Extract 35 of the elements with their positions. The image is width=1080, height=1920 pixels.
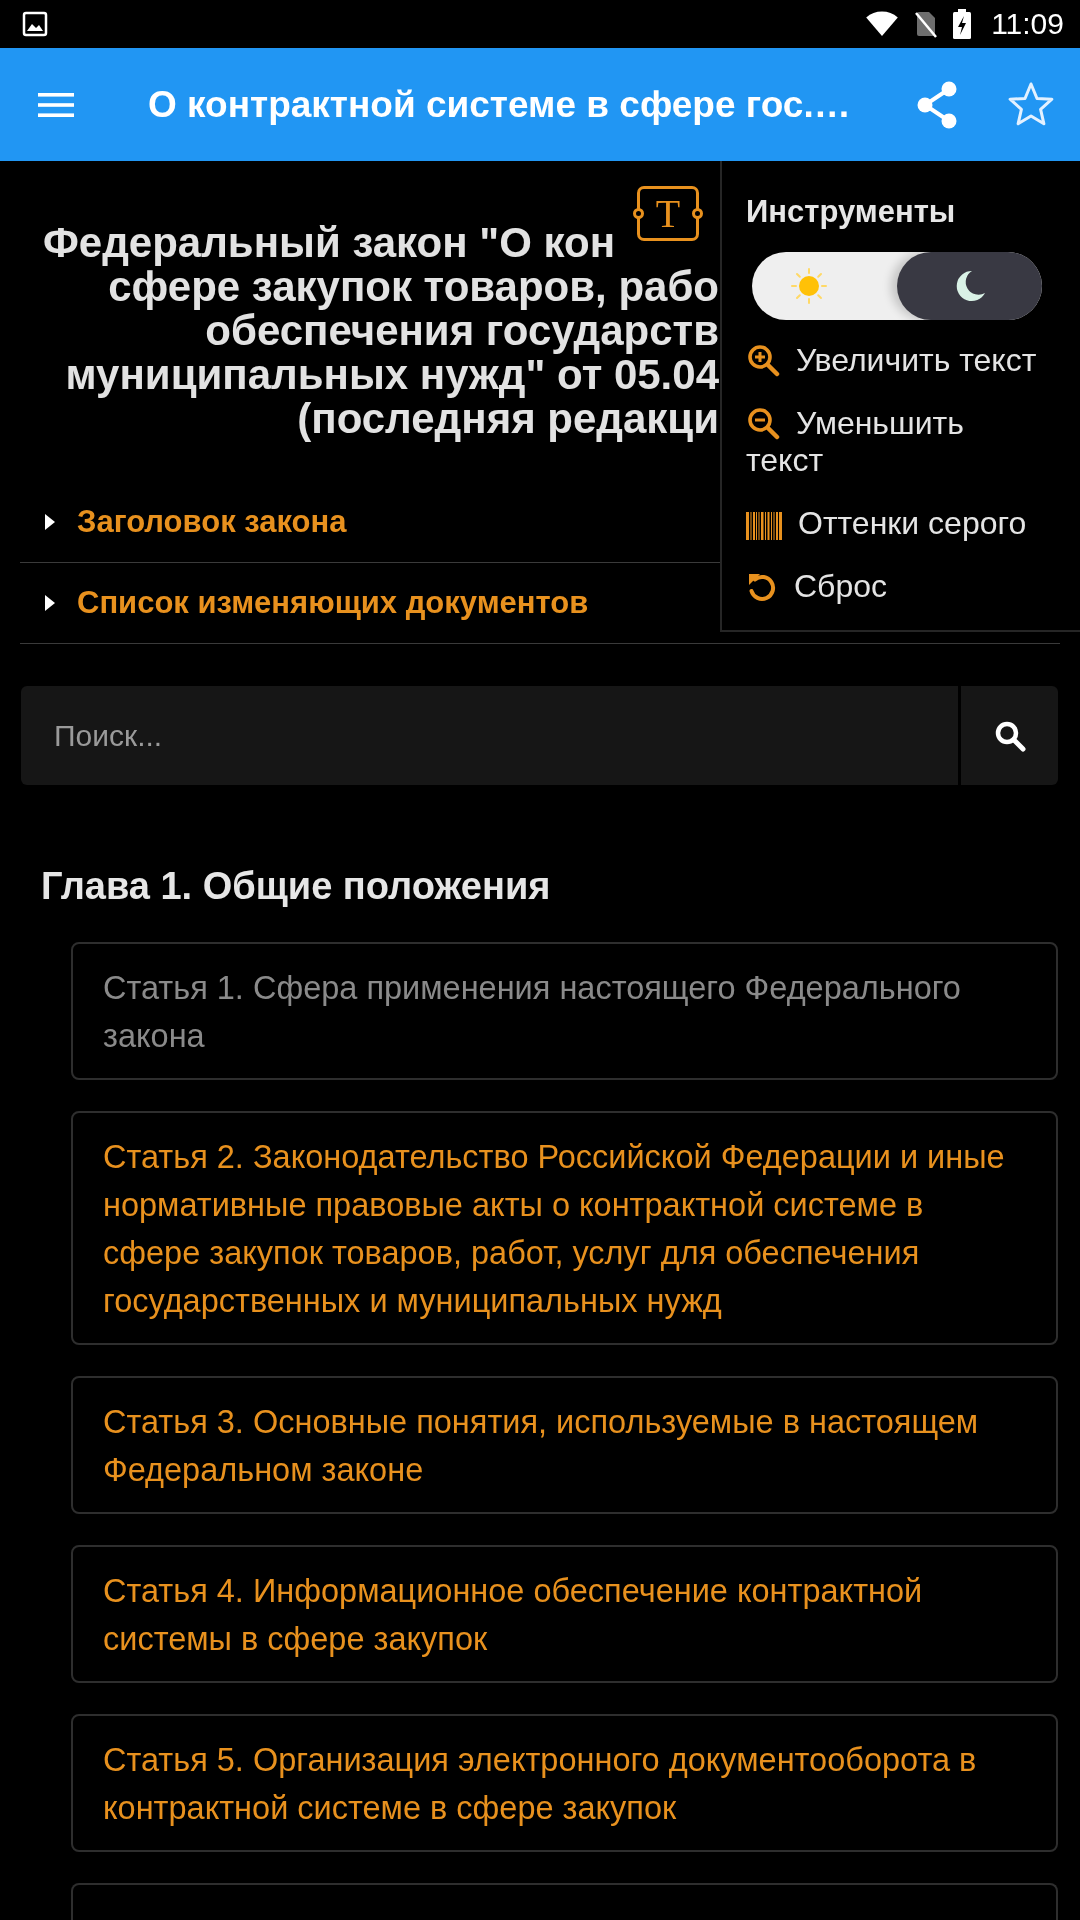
article-link[interactable]: Статья 4. Информационное обеспечение контрактной системы в сфере закупок (71, 1545, 1058, 1683)
barcode-stripes-icon (746, 512, 782, 540)
search-icon (993, 719, 1026, 752)
switch-knob[interactable] (897, 252, 1042, 320)
article-link[interactable]: Статья 5. Организация электронного документооборота в контрактной системе в сфере закупок (71, 1714, 1058, 1852)
document-title-line: (последняя редакци (297, 397, 719, 441)
wifi-icon (865, 11, 900, 37)
share-icon (916, 80, 958, 129)
zoom-out-icon (746, 406, 780, 440)
no-sim-icon (915, 10, 938, 38)
document-title-line: сфере закупок товаров, рабо (108, 265, 719, 309)
menu-icon (38, 91, 74, 118)
document-title-line: обеспечения государств (205, 309, 719, 353)
article-link[interactable]: Статья 3. Основные понятия, используемые в настоящем Федеральном законе (71, 1376, 1058, 1514)
search-button[interactable] (961, 686, 1058, 785)
menu-title: Инструменты (746, 194, 957, 230)
search-field[interactable]: Поиск... (21, 686, 958, 785)
image-icon (22, 11, 48, 37)
battery-charging-icon (953, 9, 972, 39)
menu-item[interactable]: Уменьшить текст (746, 405, 1044, 479)
document-title-line: Федеральный закон "О кон (42, 221, 615, 265)
menu-item[interactable]: Увеличить текст (746, 342, 1044, 379)
app-title: О контрактной системе в сфере гос.… (148, 82, 852, 127)
section-toggle[interactable]: Заголовок закона (77, 498, 347, 546)
section-toggle[interactable]: Список изменяющих документов (77, 579, 589, 627)
document-title-line: муниципальных нужд" от 05.04 (65, 353, 719, 397)
menu-item[interactable]: Сброс (746, 568, 1044, 605)
reset-icon (746, 571, 778, 603)
chapter-heading: Глава 1. Общие положения (41, 864, 551, 909)
article-link[interactable]: Статья 1. Сфера применения настоящего Федерального закона (71, 942, 1058, 1080)
status-time: 11:09 (991, 9, 1064, 39)
menu-item[interactable]: Оттенки серого (746, 505, 1044, 542)
sun-icon (789, 266, 829, 306)
article-link[interactable]: Статья 2. Законодательство Российской Федерации и иные нормативные правовые акты о контрактной системе в сфере закупок товаров, работ, услуг для обеспечения государственных и муниципальных нужд (71, 1111, 1058, 1345)
zoom-in-icon (746, 343, 780, 377)
